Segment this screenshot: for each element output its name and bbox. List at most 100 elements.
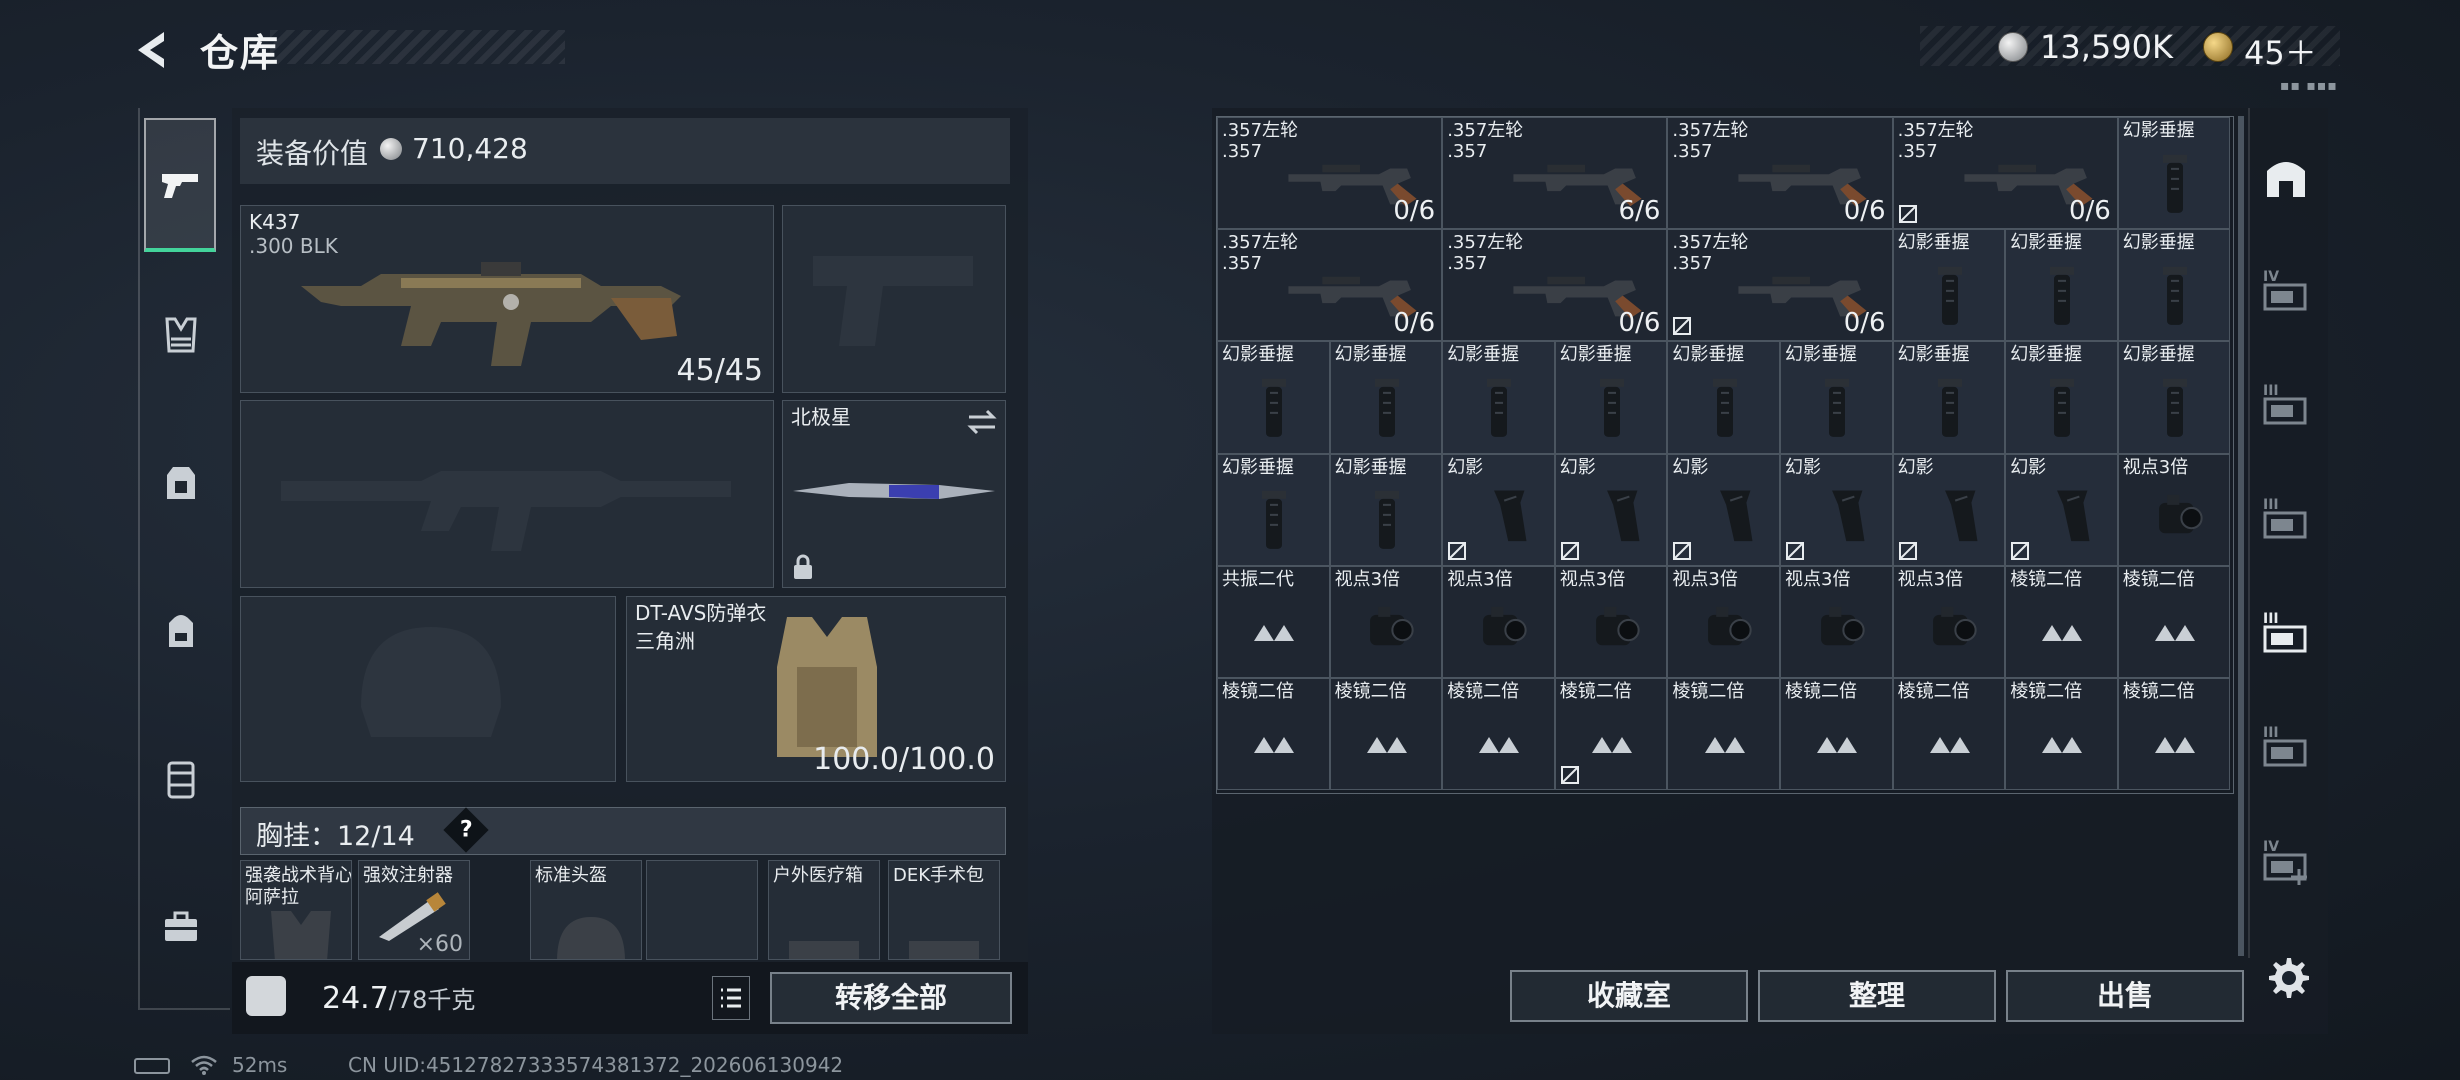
collection-room-button[interactable]: 收藏室 xyxy=(1510,970,1748,1022)
stash-item-label: 幻影 xyxy=(1559,456,1596,478)
secondary-weapon-slot[interactable] xyxy=(240,400,774,588)
unmarked-flag-icon xyxy=(2011,541,2030,560)
stash-item-count: 0/6 xyxy=(1618,308,1661,339)
category-backpack[interactable] xyxy=(146,596,216,666)
stash-item-grip[interactable]: 幻影垂握 xyxy=(1780,341,1893,454)
prism-sight-icon xyxy=(1592,736,1633,753)
stash-tab-6[interactable]: III xyxy=(2256,718,2316,778)
stash-item-grip[interactable]: 幻影垂握 xyxy=(2117,341,2231,454)
category-case[interactable] xyxy=(146,892,216,962)
transfer-all-button[interactable]: 转移全部 xyxy=(770,972,1012,1024)
stash-item-prism[interactable]: 棱镜二倍 xyxy=(1780,678,1893,791)
stash-tab-7[interactable]: IV xyxy=(2256,832,2316,892)
stash-item-pistolgrip[interactable]: 幻影 xyxy=(1554,453,1668,566)
tab-level-mark: IV xyxy=(2263,839,2279,855)
stash-item-grip[interactable]: 幻影垂握 xyxy=(1892,341,2006,454)
stash-item-label: 幻影 xyxy=(1897,456,1934,478)
prism-sight-icon xyxy=(1254,736,1295,753)
chest-item-slot[interactable]: 户外医疗箱 xyxy=(768,860,880,960)
stash-item-revolver[interactable]: .357左轮 .357 0/6 xyxy=(1217,117,1443,230)
swap-icon[interactable] xyxy=(967,409,997,435)
vertical-grip-image xyxy=(1825,379,1850,438)
stash-item-prism[interactable]: 棱镜二倍 xyxy=(1442,678,1555,791)
stash-tab-5[interactable]: III xyxy=(2256,604,2316,664)
helmet-slot[interactable] xyxy=(240,596,616,782)
stash-item-grip[interactable]: 幻影垂握 xyxy=(1554,341,1668,454)
stash-item-revolver[interactable]: .357左轮 .357 0/6 xyxy=(1217,229,1443,342)
chest-item-slot[interactable]: 强袭战术背心 阿萨拉 xyxy=(240,860,352,960)
stash-item-prism[interactable]: 棱镜二倍 xyxy=(2117,678,2231,791)
stash-item-revolver[interactable]: .357左轮 .357 6/6 xyxy=(1442,117,1668,230)
list-view-button[interactable] xyxy=(712,976,750,1020)
stash-item-revolver[interactable]: .357左轮 .357 0/6 xyxy=(1667,117,1893,230)
stash-item-prism[interactable]: 棱镜二倍 xyxy=(1667,678,1780,791)
chest-item-slot[interactable]: 标准头盔 xyxy=(530,860,642,960)
stash-item-prism[interactable]: 棱镜二倍 xyxy=(2005,678,2118,791)
category-chest-rig[interactable] xyxy=(146,300,216,370)
stash-item-scope[interactable]: 视点3倍 xyxy=(1442,565,1555,678)
stash-item-scope[interactable]: 视点3倍 xyxy=(1780,565,1893,678)
stash-item-pistolgrip[interactable]: 幻影 xyxy=(1892,453,2006,566)
stash-item-prism[interactable]: 棱镜二倍 xyxy=(2117,565,2231,678)
settings-gear-icon[interactable] xyxy=(2262,952,2312,1002)
melee-slot[interactable]: 北极星 xyxy=(782,400,1006,588)
vertical-grip-image xyxy=(1374,379,1399,438)
tab-level-mark: III xyxy=(2263,725,2279,741)
armor-slot[interactable]: DT-AVS防弹衣 三角洲 100.0/100.0 xyxy=(626,596,1006,782)
stash-item-pistolgrip[interactable]: 幻影 xyxy=(1667,453,1780,566)
stash-scrollbar[interactable] xyxy=(2238,116,2244,956)
stash-tab-2[interactable]: IV xyxy=(2256,262,2316,322)
primary-weapon-slot[interactable]: K437 .300 BLK 45/45 xyxy=(240,205,774,393)
stash-tab-1[interactable] xyxy=(2256,148,2316,208)
stash-item-revolver[interactable]: .357左轮 .357 0/6 xyxy=(1892,117,2118,230)
lock-icon xyxy=(794,554,812,579)
item-name: 户外医疗箱 xyxy=(773,865,863,886)
chest-item-slot[interactable]: 强效注射器 ×60 xyxy=(358,860,470,960)
stash-item-grip[interactable]: 幻影垂握 xyxy=(1217,453,1330,566)
stash-item-prism[interactable]: 棱镜二倍 xyxy=(1554,678,1668,791)
stash-item-scope[interactable]: 视点3倍 xyxy=(1667,565,1780,678)
stash-item-pistolgrip[interactable]: 幻影 xyxy=(2005,453,2118,566)
surgical-kit-image xyxy=(909,941,979,959)
stash-item-label: 幻影 xyxy=(2010,456,2047,478)
organize-button[interactable]: 整理 xyxy=(1758,970,1996,1022)
stash-item-label: 幻影垂握 xyxy=(2122,120,2195,141)
stash-item-grip[interactable]: 幻影垂握 xyxy=(1217,341,1330,454)
stash-tab-4[interactable]: III xyxy=(2256,490,2316,550)
stash-item-grip[interactable]: 幻影垂握 xyxy=(1892,229,2006,342)
stash-item-pistolgrip[interactable]: 幻影 xyxy=(1780,453,1893,566)
stash-item-label: .357左轮 .357 xyxy=(1447,120,1524,162)
stash-item-prism[interactable]: 棱镜二倍 xyxy=(1892,678,2006,791)
stash-item-grip[interactable]: 幻影垂握 xyxy=(2117,117,2231,230)
category-container[interactable] xyxy=(146,744,216,814)
stash-item-prism[interactable]: 棱镜二倍 xyxy=(2005,565,2118,678)
stash-item-grip[interactable]: 幻影垂握 xyxy=(1329,453,1443,566)
stash-item-revolver[interactable]: .357左轮 .357 0/6 xyxy=(1667,229,1893,342)
pistol-slot[interactable] xyxy=(782,205,1006,393)
stash-item-scope[interactable]: 视点3倍 xyxy=(1892,565,2006,678)
category-weapons[interactable] xyxy=(144,118,216,252)
sell-button[interactable]: 出售 xyxy=(2006,970,2244,1022)
stash-item-grip[interactable]: 幻影垂握 xyxy=(1442,341,1555,454)
stash-item-scope[interactable]: 视点3倍 xyxy=(1329,565,1443,678)
stash-tab-3[interactable]: III xyxy=(2256,376,2316,436)
stash-item-prism[interactable]: 棱镜二倍 xyxy=(1217,678,1330,791)
stash-item-grip[interactable]: 幻影垂握 xyxy=(2005,341,2118,454)
stash-item-scope[interactable]: 视点3倍 xyxy=(2117,453,2231,566)
stash-item-grip[interactable]: 幻影垂握 xyxy=(1329,341,1443,454)
stash-item-grip[interactable]: 幻影垂握 xyxy=(1667,341,1780,454)
back-arrow-icon[interactable] xyxy=(128,26,176,74)
category-armor[interactable] xyxy=(146,448,216,518)
stash-item-label: 幻影垂握 xyxy=(1672,344,1745,366)
stash-item-grip[interactable]: 幻影垂握 xyxy=(2005,229,2118,342)
chest-item-slot-empty[interactable] xyxy=(646,860,758,960)
stash-item-prism[interactable]: 棱镜二倍 xyxy=(1329,678,1443,791)
token-amount[interactable]: 45＋ xyxy=(2244,28,2317,74)
stash-item-grip[interactable]: 幻影垂握 xyxy=(2117,229,2231,342)
chest-item-slot[interactable]: DEK手术包 xyxy=(888,860,1000,960)
stash-item-prism[interactable]: 共振二代 xyxy=(1217,565,1330,678)
stash-item-label: 棱镜二倍 xyxy=(1334,681,1407,702)
stash-item-pistolgrip[interactable]: 幻影 xyxy=(1442,453,1555,566)
stash-item-revolver[interactable]: .357左轮 .357 0/6 xyxy=(1442,229,1668,342)
stash-item-scope[interactable]: 视点3倍 xyxy=(1554,565,1668,678)
